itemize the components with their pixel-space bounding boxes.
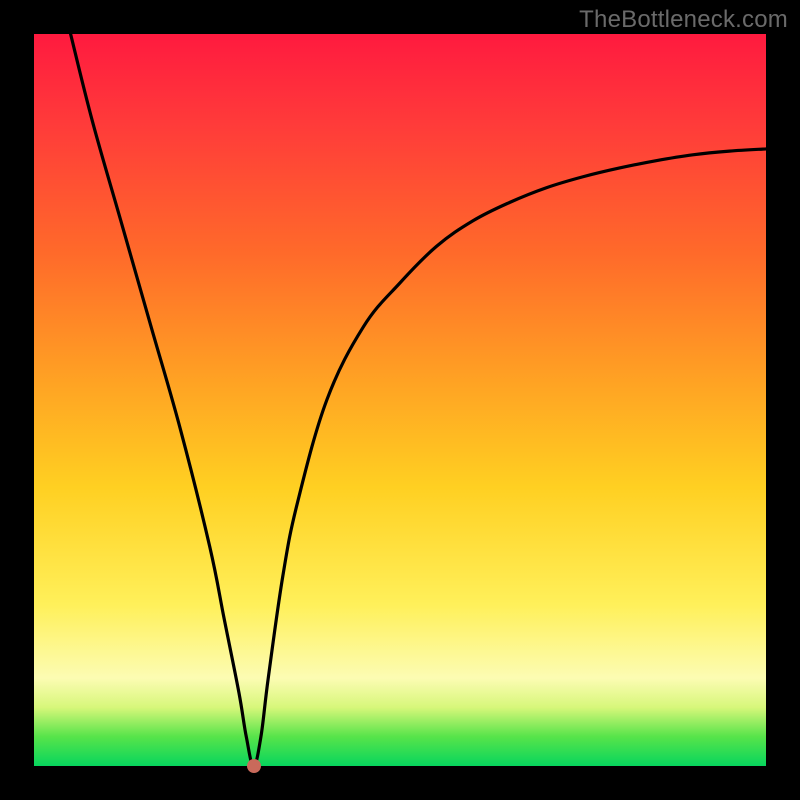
watermark-text: TheBottleneck.com: [579, 6, 788, 34]
curve-path: [71, 34, 766, 766]
chart-frame: TheBottleneck.com: [0, 0, 800, 800]
minimum-marker-dot: [247, 759, 261, 773]
bottleneck-curve: [34, 34, 766, 766]
